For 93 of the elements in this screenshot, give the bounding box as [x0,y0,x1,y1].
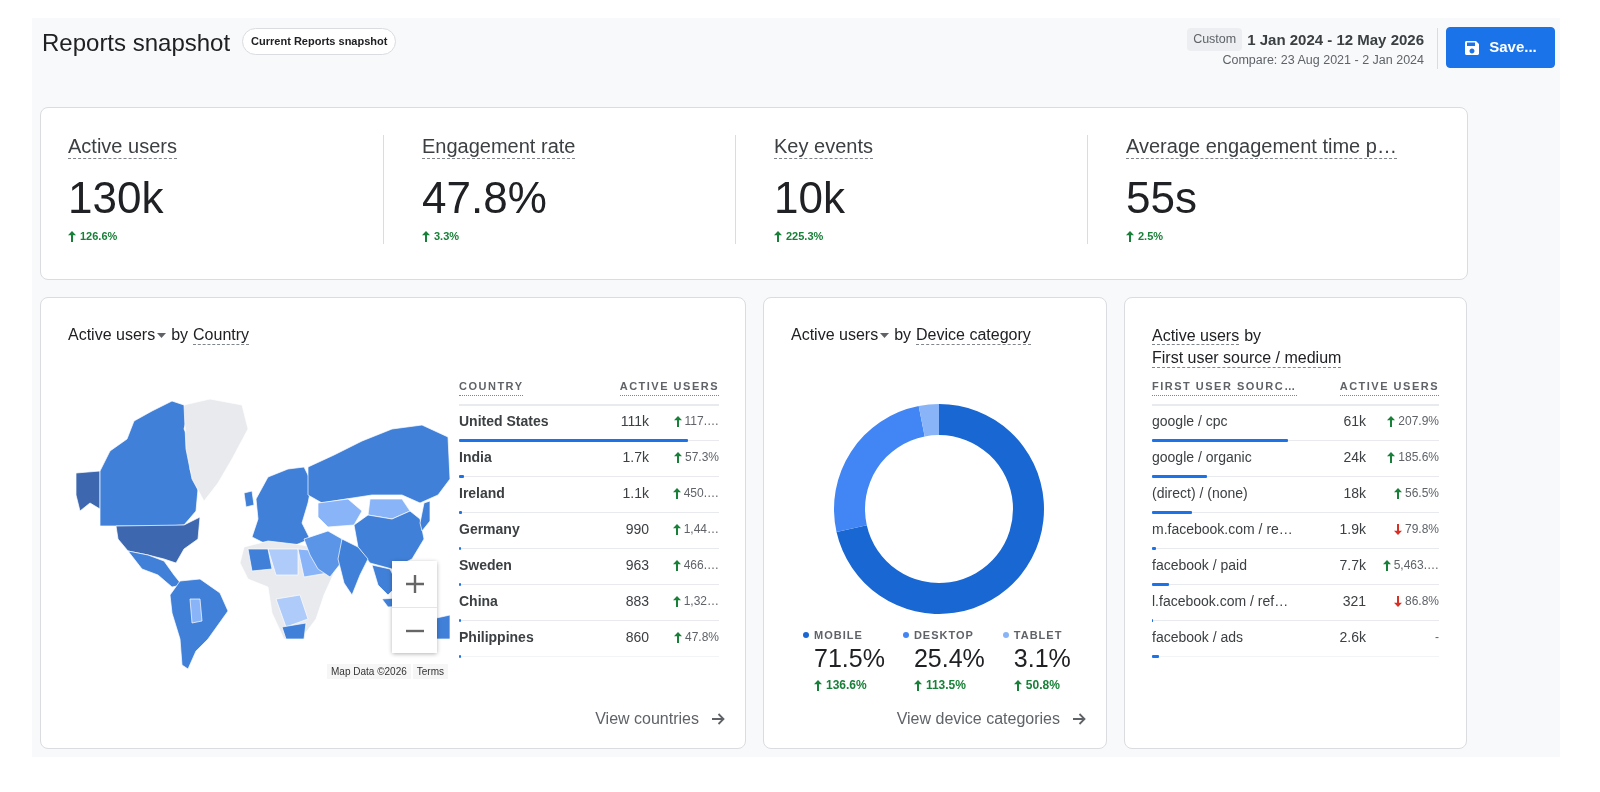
change-value: 56.5% [1404,485,1439,502]
date-preset-label: Custom [1187,28,1243,51]
legend-label: TABLET [1013,628,1063,643]
metric-change: 225.3% [786,229,824,244]
change-value: 5,463.… [1393,557,1439,574]
share-change: 136.6% [826,677,867,693]
change-value: 450.… [683,485,719,502]
column-header: ACTIVE USERS [619,378,719,396]
user-count: 1.9k [1339,520,1366,538]
user-count: 990 [625,520,649,538]
metric-label: Key events [774,135,873,159]
metric-change: 2.5% [1138,229,1164,244]
metric-change: 3.3% [434,229,460,244]
column-header: ACTIVE USERS [1339,378,1439,396]
page-title: Reports snapshot [42,28,231,58]
change-value: 466.… [683,557,719,574]
date-range-picker[interactable]: 1 Jan 2024 - 12 May 2026 [1247,28,1424,51]
metric-value: 130k [68,174,164,222]
change-value: 1,44… [683,521,719,538]
caret-icon [880,333,890,339]
user-count: 963 [625,556,649,574]
user-count: 18k [1343,484,1366,502]
change-value: 79.8% [1404,521,1439,538]
title-text: by [171,326,189,343]
change-value: 117.… [684,413,719,430]
user-count: 1.7k [622,448,649,466]
compare-range-text: Compare: 23 Aug 2021 - 2 Jan 2024 [1221,52,1424,68]
change-value: - [1435,629,1439,646]
user-count: 61k [1343,412,1366,430]
row-label: facebook / paid [1152,556,1248,574]
legend-label: DESKTOP [913,628,974,643]
save-button[interactable]: Save... [1446,27,1555,68]
user-count: 7.7k [1339,556,1366,574]
user-count: 1.1k [622,484,649,502]
column-header: FIRST USER SOURC… [1152,378,1297,396]
metric-change: 126.6% [80,229,118,244]
change-value: 1,32… [683,593,719,610]
metric-dropdown[interactable]: Active users [68,326,167,343]
change-value: 57.3% [684,449,719,466]
row-label: United States [459,412,550,430]
view-device-categories-link[interactable]: View device categories [896,709,1086,729]
share-change: 50.8% [1025,677,1060,693]
minus-icon [404,628,425,633]
row-label: google / cpc [1152,412,1229,430]
change-value: 185.6% [1398,449,1439,466]
metric-label: Active users [68,135,177,159]
user-count: 883 [625,592,649,610]
user-count: 321 [1342,592,1366,610]
row-label: (direct) / (none) [1152,484,1249,502]
row-label: l.facebook.com / ref… [1152,592,1290,610]
dimension-label: Device category [916,326,1031,345]
row-label: google / organic [1152,448,1253,466]
user-count: 860 [625,628,649,646]
share-value: 25.4% [913,644,985,672]
row-label: m.facebook.com / re… [1152,520,1294,538]
row-label: Ireland [459,484,506,502]
change-value: 207.9% [1398,413,1439,430]
metric-value: 10k [774,174,845,222]
arrow-right-icon [711,712,725,726]
caret-icon [157,333,167,339]
share-value: 3.1% [1013,644,1071,672]
row-label: Philippines [459,628,535,646]
change-value: 86.8% [1404,593,1439,610]
row-label: facebook / ads [1152,628,1245,646]
metric-dropdown[interactable]: Active users [791,326,890,343]
title-text: by [1244,327,1262,344]
title-text: by [894,326,912,343]
metric-label: Engagement rate [422,135,576,159]
metric-label: Active users [1152,327,1240,345]
metric-value: 55s [1126,174,1197,222]
legend-label: MOBILE [814,628,863,643]
change-value: 47.8% [684,629,719,646]
row-label: China [459,592,499,610]
user-count: 2.6k [1339,628,1366,646]
user-count: 111k [620,412,649,430]
user-count: 24k [1343,448,1366,466]
zoom-in-button[interactable] [392,561,437,607]
row-label: India [459,448,493,466]
terms-link[interactable]: Terms [412,664,448,679]
share-value: 71.5% [814,644,885,672]
plus-icon [404,574,425,594]
arrow-right-icon [1072,712,1086,726]
metric-label: Average engagement time p… [1126,135,1397,159]
row-label: Germany [459,520,521,538]
snapshot-badge: Current Reports snapshot [242,28,397,55]
view-countries-link[interactable]: View countries [595,709,725,729]
metric-value: 47.8% [422,174,547,222]
dimension-label: First user source / medium [1152,349,1342,368]
row-label: Sweden [459,556,513,574]
column-header: COUNTRY [459,378,524,396]
map-attribution: Map Data ©2026 [327,664,411,679]
dimension-label: Country [193,326,250,345]
share-change: 113.5% [925,677,966,693]
